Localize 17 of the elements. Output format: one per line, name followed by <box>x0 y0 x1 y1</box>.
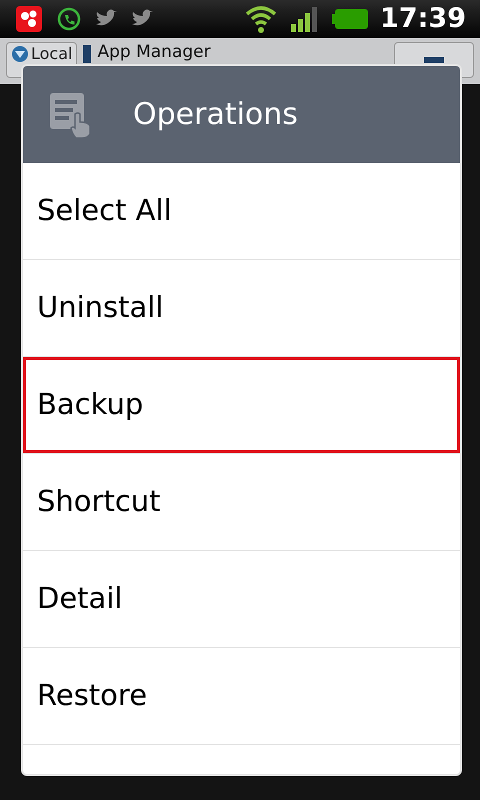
bar-icon <box>424 57 444 63</box>
phone-bubble-icon <box>56 6 82 32</box>
menu-item[interactable]: Select All <box>23 163 460 259</box>
app-icon <box>83 45 92 63</box>
battery-icon <box>332 8 368 30</box>
dialog-title: Operations <box>133 96 298 134</box>
dropdown-icon <box>11 45 29 63</box>
menu-item[interactable]: Detail <box>23 551 460 647</box>
list-touch-icon <box>49 92 91 138</box>
menu-item[interactable]: Uninstall <box>23 260 460 356</box>
menu-item[interactable]: Restore <box>23 648 460 744</box>
wifi-icon <box>244 4 278 34</box>
app-title: App Manager <box>97 43 211 62</box>
menu-item[interactable]: Backup <box>23 357 460 453</box>
chat-app-icon <box>14 4 44 34</box>
menu-item[interactable]: Shortcut <box>23 454 460 550</box>
clock-time: 17:39 <box>380 2 466 36</box>
